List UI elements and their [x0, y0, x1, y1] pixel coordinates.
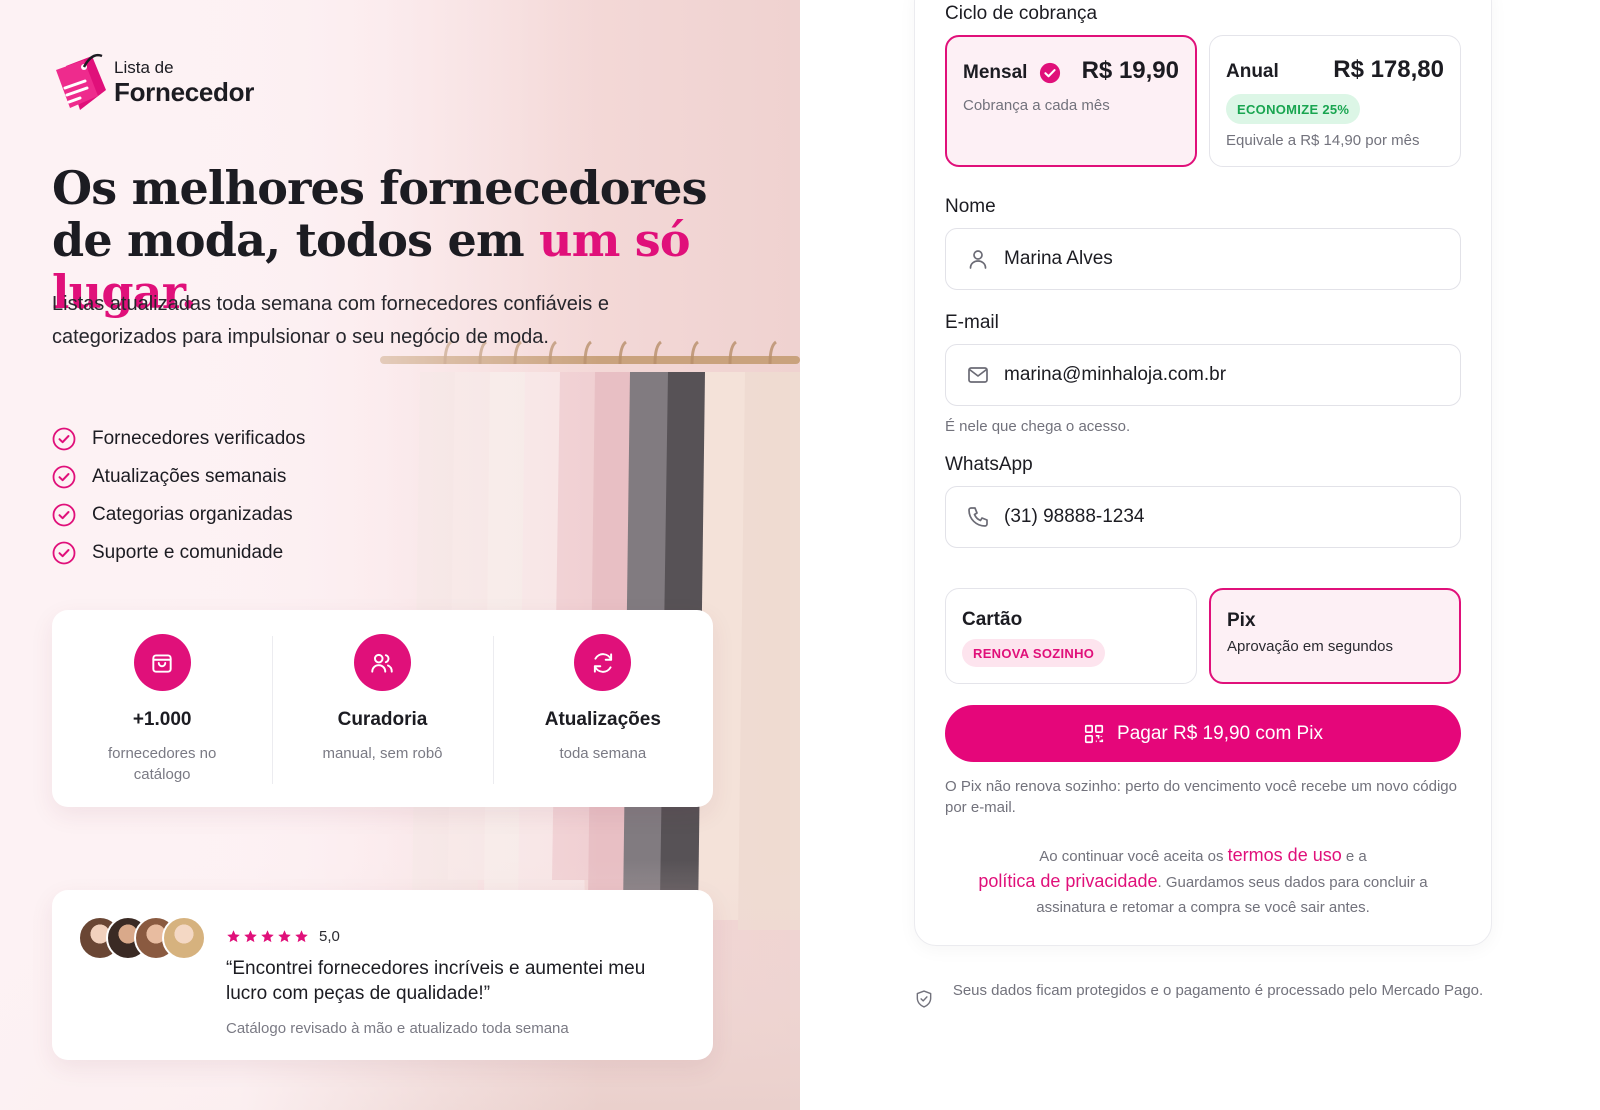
pay-button-label: Pagar R$ 19,90 com Pix	[1117, 722, 1323, 744]
testimonial-card: 5,0 “Encontrei fornecedores incríveis e …	[52, 890, 713, 1060]
email-hint: É nele que chega o acesso.	[945, 418, 1131, 435]
email-value: marina@minhaloja.com.br	[1004, 364, 1227, 385]
pix-renewal-note: O Pix não renova sozinho: perto do venci…	[945, 778, 1457, 816]
payment-option-pix[interactable]: Pix Aprovação em segundos	[1209, 588, 1461, 684]
rating-value: 5,0	[319, 928, 340, 945]
stat-label: fornecedores no catálogo	[107, 745, 217, 783]
mail-icon	[968, 367, 988, 383]
legal-text: Ao continuar você aceita os termos de us…	[978, 845, 1428, 916]
plan-name: Mensal	[963, 62, 1028, 83]
logo-text-big: Fornecedor	[114, 77, 255, 107]
hero-panel: Lista de Fornecedor Os melhores forneced…	[0, 0, 800, 1110]
feature-list: Fornecedores verificados Atualizações se…	[52, 420, 305, 572]
stat-updates: Atualizações toda semana	[492, 634, 713, 807]
feature-item: Fornecedores verificados	[52, 420, 305, 458]
feature-item: Categorias organizadas	[52, 496, 305, 534]
star-icon	[261, 930, 274, 943]
whatsapp-label: WhatsApp	[945, 454, 1033, 475]
logo-text-small: Lista de	[114, 58, 174, 77]
pay-button[interactable]: Pagar R$ 19,90 com Pix	[945, 705, 1461, 762]
plan-description: Cobrança a cada mês	[963, 97, 1110, 114]
auto-renew-badge: RENOVA SOZINHO	[962, 639, 1106, 667]
feature-label: Atualizações semanais	[92, 466, 287, 487]
plan-price: R$ 19,90	[1081, 57, 1179, 84]
payment-method-description: Aprovação em segundos	[1227, 638, 1393, 655]
avatar	[162, 916, 206, 960]
payment-method-name: Pix	[1227, 610, 1256, 631]
stat-value: +1.000	[132, 709, 192, 730]
shopping-bag-icon	[152, 653, 172, 673]
plan-option-annual[interactable]: Anual R$ 178,80 ECONOMIZE 25% Equivale a…	[1209, 35, 1461, 167]
shield-check-icon	[916, 990, 932, 1008]
billing-cycle-label: Ciclo de cobrança	[945, 3, 1098, 24]
users-icon	[371, 653, 394, 673]
price-tag-icon	[56, 53, 106, 110]
qr-code-icon	[1084, 724, 1104, 743]
feature-label: Categorias organizadas	[92, 504, 293, 525]
hero-lead: Listas atualizadas toda semana com forne…	[52, 293, 609, 348]
terms-link[interactable]: termos de uso	[1228, 845, 1342, 865]
plan-description: Equivale a R$ 14,90 por mês	[1226, 132, 1420, 149]
name-value: Marina Alves	[1004, 248, 1113, 269]
name-label: Nome	[945, 196, 996, 217]
check-circle-icon	[52, 427, 76, 451]
plan-price: R$ 178,80	[1333, 56, 1444, 83]
name-field[interactable]: Marina Alves	[945, 228, 1461, 290]
check-circle-icon	[52, 503, 76, 527]
star-rating: 5,0	[226, 928, 340, 945]
stat-label: toda semana	[559, 745, 647, 762]
payment-option-card[interactable]: Cartão RENOVA SOZINHO	[945, 588, 1197, 684]
phone-icon	[968, 507, 988, 527]
privacy-link[interactable]: política de privacidade	[978, 871, 1157, 891]
feature-label: Suporte e comunidade	[92, 542, 284, 563]
stats-card: +1.000 fornecedores no catálogo Curadori…	[52, 610, 713, 807]
stat-value: Atualizações	[544, 709, 661, 730]
stat-value: Curadoria	[337, 709, 428, 730]
feature-label: Fornecedores verificados	[92, 428, 306, 449]
check-circle-filled-icon	[1040, 62, 1061, 84]
check-circle-icon	[52, 541, 76, 565]
whatsapp-field[interactable]: (31) 98888-1234	[945, 486, 1461, 548]
security-note: Seus dados ficam protegidos e o pagament…	[914, 980, 1492, 1009]
star-icon	[244, 930, 257, 943]
testimonial-caption: Catálogo revisado à mão e atualizado tod…	[226, 1020, 569, 1037]
payment-method-name: Cartão	[962, 609, 1023, 630]
feature-item: Suporte e comunidade	[52, 534, 305, 572]
star-icon	[278, 930, 291, 943]
refresh-icon	[593, 652, 612, 673]
whatsapp-value: (31) 98888-1234	[1004, 506, 1145, 527]
brand-logo[interactable]: Lista de Fornecedor	[52, 50, 254, 114]
email-label: E-mail	[945, 312, 999, 333]
star-icon	[227, 930, 240, 943]
plan-name: Anual	[1226, 61, 1279, 82]
user-icon	[969, 250, 987, 269]
discount-badge: ECONOMIZE 25%	[1226, 94, 1361, 124]
stat-suppliers: +1.000 fornecedores no catálogo	[52, 634, 272, 807]
testimonial-quote: “Encontrei fornecedores incríveis e aume…	[226, 958, 646, 1004]
check-circle-icon	[52, 465, 76, 489]
feature-item: Atualizações semanais	[52, 458, 305, 496]
security-text: Seus dados ficam protegidos e o pagament…	[952, 982, 1484, 999]
plan-option-monthly[interactable]: Mensal R$ 19,90 Cobrança a cada mês	[945, 35, 1197, 167]
star-icon	[295, 930, 308, 943]
stat-curation: Curadoria manual, sem robô	[272, 634, 492, 807]
stat-label: manual, sem robô	[322, 745, 443, 762]
email-field[interactable]: marina@minhaloja.com.br	[945, 344, 1461, 406]
